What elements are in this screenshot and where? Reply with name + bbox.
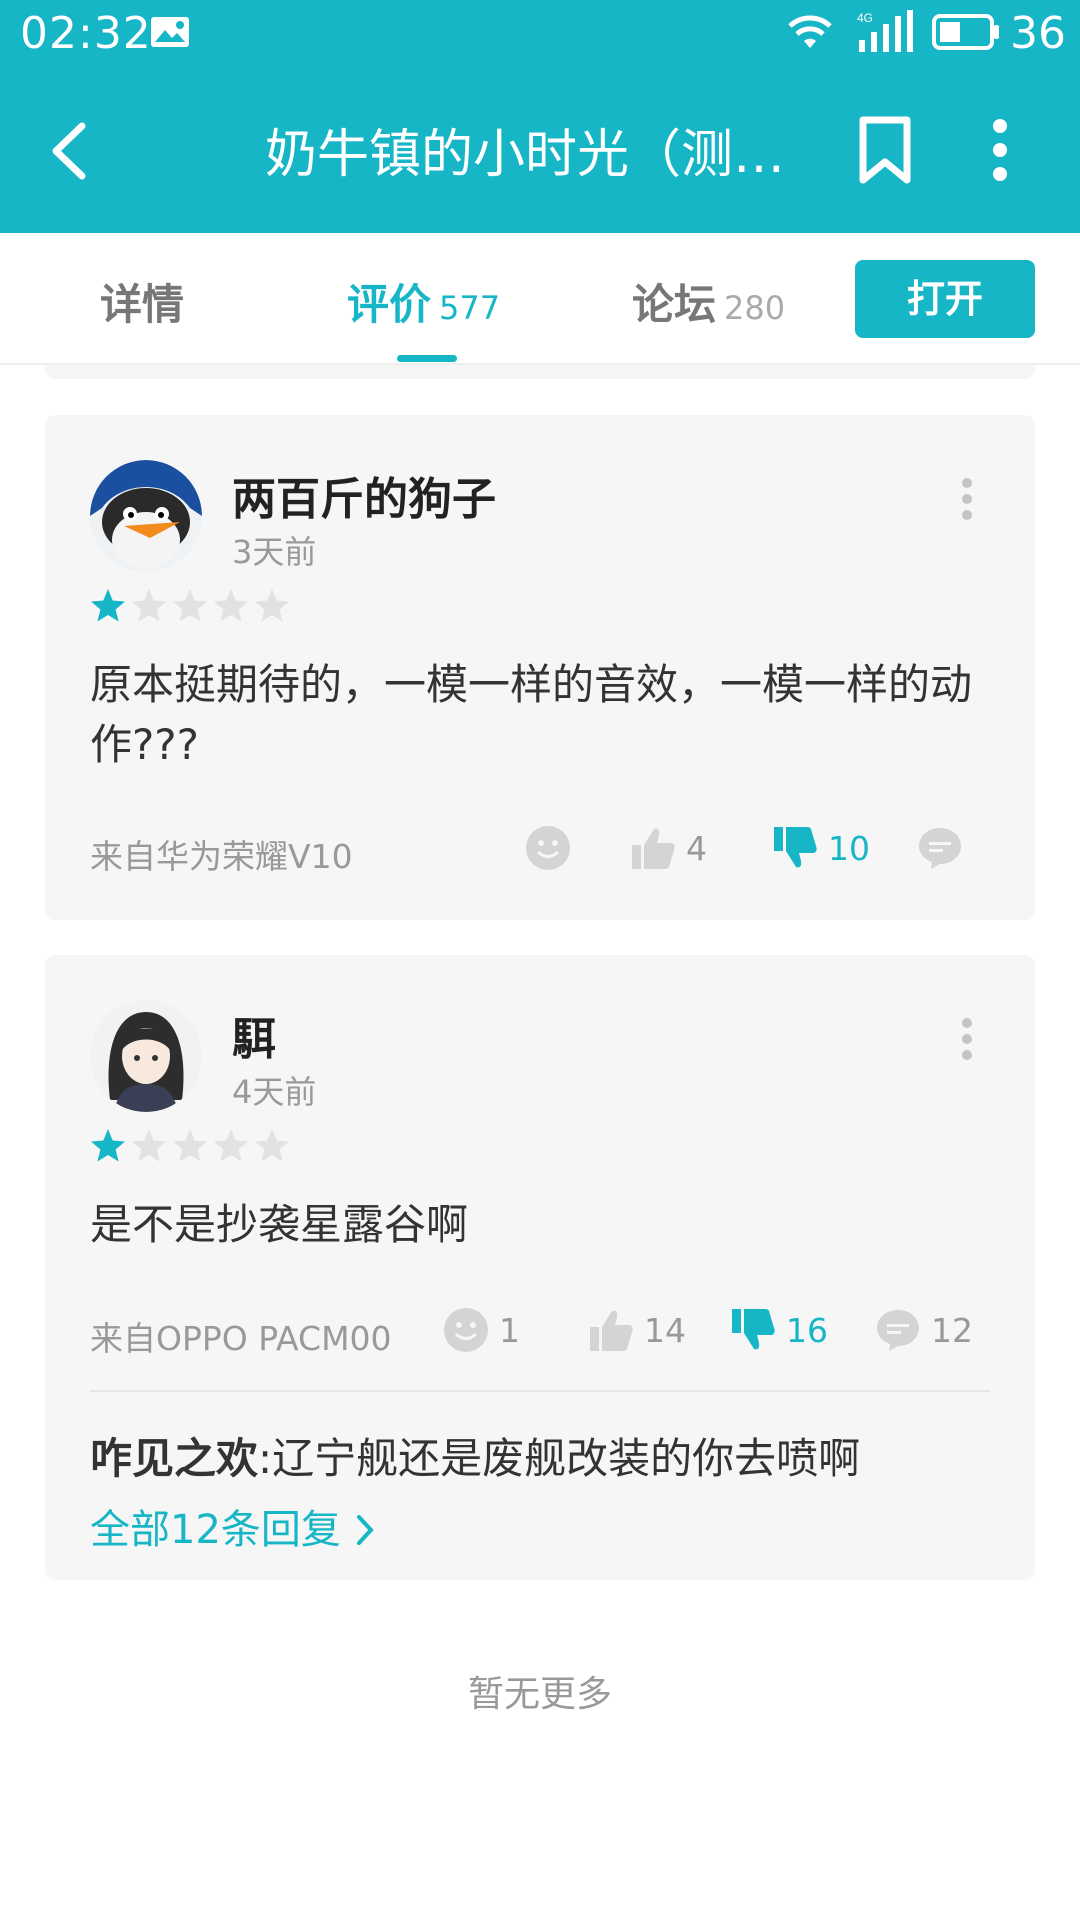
comment-button[interactable] bbox=[917, 825, 973, 871]
review-time: 4天前 bbox=[232, 1073, 317, 1111]
dislike-button[interactable]: 16 bbox=[730, 1307, 828, 1353]
dislike-count: 16 bbox=[786, 1310, 828, 1350]
active-tab-indicator bbox=[397, 355, 457, 362]
review-content: 是不是抄袭星露谷啊 bbox=[90, 1200, 469, 1249]
back-arrow-icon[interactable] bbox=[40, 116, 100, 186]
previous-review-card bbox=[45, 365, 1035, 379]
status-bar: 02:32 4G 36 bbox=[0, 0, 1080, 66]
thumbs-up-icon bbox=[632, 828, 675, 869]
page-title: 奶牛镇的小时光（测试版） bbox=[265, 125, 805, 185]
review-content: 原本挺期待的，一模一样的音效，一模一样的动作??? bbox=[90, 660, 973, 769]
emoji-react-button[interactable]: 1 bbox=[443, 1307, 520, 1353]
status-time: 02:32 bbox=[20, 8, 152, 59]
dislike-button[interactable]: 10 bbox=[772, 825, 870, 871]
reviews-count: 577 bbox=[439, 289, 501, 327]
tab-reviews[interactable]: 评价 577 bbox=[347, 271, 500, 332]
review-username[interactable]: 两百斤的狗子 bbox=[232, 463, 496, 527]
tab-forum[interactable]: 论坛 280 bbox=[632, 271, 785, 332]
reply-author: 咋见之欢 bbox=[90, 1434, 259, 1483]
no-more-text: 暂无更多 bbox=[467, 1674, 612, 1715]
emoji-count: 1 bbox=[499, 1310, 520, 1350]
emoji-react-button[interactable] bbox=[525, 825, 581, 871]
reply-preview[interactable]: 咋见之欢:辽宁舰还是废舰改装的你去喷啊 bbox=[90, 1425, 860, 1486]
smiley-icon bbox=[444, 1308, 488, 1352]
star-icon bbox=[214, 589, 248, 622]
star-icon bbox=[132, 589, 166, 622]
thumbs-up-icon bbox=[590, 1310, 633, 1351]
star-icon bbox=[214, 1129, 248, 1162]
star-icon bbox=[173, 589, 207, 622]
review-card: 两百斤的狗子 3天前 原本挺期待的，一模一样的音效，一模一样的动作??? 来自华… bbox=[45, 415, 1035, 920]
picture-notification-icon bbox=[151, 17, 189, 47]
review-more-icon[interactable] bbox=[960, 477, 974, 521]
rating-stars bbox=[91, 589, 289, 622]
avatar[interactable] bbox=[90, 1000, 202, 1112]
comment-icon bbox=[919, 828, 961, 869]
tab-bar: 详情 评价 577 论坛 280 打开 bbox=[0, 233, 1080, 365]
bookmark-icon[interactable] bbox=[855, 114, 915, 186]
open-button[interactable]: 打开 bbox=[855, 260, 1035, 338]
like-button[interactable]: 4 bbox=[630, 825, 707, 871]
svg-text:4G: 4G bbox=[857, 11, 873, 25]
cell-signal-icon: 4G bbox=[857, 10, 913, 52]
dislike-count: 10 bbox=[828, 828, 870, 868]
comment-count: 12 bbox=[931, 1310, 973, 1350]
like-button[interactable]: 14 bbox=[588, 1307, 686, 1353]
smiley-icon bbox=[526, 826, 570, 870]
battery-icon bbox=[932, 14, 999, 50]
like-count: 14 bbox=[644, 1310, 686, 1350]
comment-button[interactable]: 12 bbox=[875, 1307, 973, 1353]
app-bar: 奶牛镇的小时光（测试版） bbox=[0, 66, 1080, 233]
review-more-icon[interactable] bbox=[960, 1017, 974, 1061]
star-icon bbox=[91, 1129, 125, 1162]
divider bbox=[90, 1390, 990, 1392]
wifi-icon bbox=[788, 15, 832, 48]
chevron-right-icon bbox=[356, 1515, 374, 1545]
star-icon bbox=[91, 589, 125, 622]
like-count: 4 bbox=[686, 828, 707, 868]
review-time: 3天前 bbox=[232, 533, 317, 571]
tab-details[interactable]: 详情 bbox=[100, 271, 184, 332]
more-options-icon[interactable] bbox=[985, 118, 1015, 182]
star-icon bbox=[255, 589, 289, 622]
thumbs-down-icon bbox=[774, 827, 817, 868]
review-device: 来自OPPO PACM00 bbox=[90, 1319, 392, 1358]
review-card: 駬 4天前 是不是抄袭星露谷啊 来自OPPO PACM00 1 14 16 12… bbox=[45, 955, 1035, 1580]
thumbs-down-icon bbox=[732, 1309, 775, 1350]
review-username[interactable]: 駬 bbox=[232, 1003, 276, 1067]
star-icon bbox=[173, 1129, 207, 1162]
all-replies-link[interactable]: 全部12条回复 bbox=[90, 1497, 376, 1555]
avatar[interactable] bbox=[90, 460, 202, 572]
forum-count: 280 bbox=[724, 289, 786, 327]
star-icon bbox=[132, 1129, 166, 1162]
star-icon bbox=[255, 1129, 289, 1162]
rating-stars bbox=[91, 1129, 289, 1162]
battery-level: 36 bbox=[1010, 8, 1066, 59]
review-device: 来自华为荣耀V10 bbox=[90, 837, 353, 876]
reply-text: 辽宁舰还是废舰改装的你去喷啊 bbox=[272, 1434, 861, 1483]
comment-icon bbox=[877, 1310, 919, 1351]
